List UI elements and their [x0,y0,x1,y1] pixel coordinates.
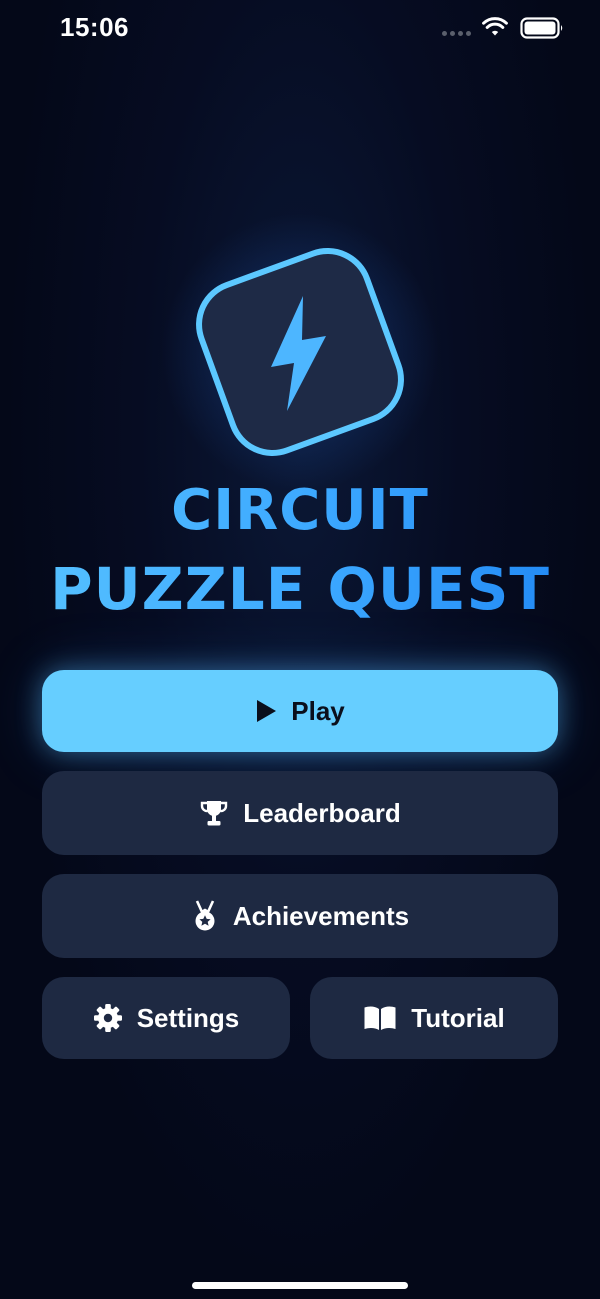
status-time: 15:06 [60,12,129,42]
game-title: CIRCUIT PUZZLE QUEST [0,476,600,624]
settings-label: Settings [136,1002,240,1033]
home-indicator[interactable] [192,1282,408,1289]
play-label: Play [291,695,345,726]
leaderboard-button[interactable]: Leaderboard [42,771,558,855]
battery-icon [520,17,563,39]
lightning-bolt-icon [196,248,404,456]
tutorial-button[interactable]: Tutorial [310,977,558,1059]
book-icon [364,1006,396,1030]
gear-icon [93,1004,122,1032]
title-line-2: PUZZLE QUEST [0,554,600,624]
main-menu-screen: 15:06 CIRCUIT PUZZLE QUEST Play Leaderbo… [0,0,600,1299]
achievements-button[interactable]: Achievements [42,874,558,958]
app-logo [160,212,440,492]
title-line-1: CIRCUIT [0,476,600,546]
cellular-dots-icon [442,31,471,36]
achievements-label: Achievements [232,900,410,931]
medal-icon [195,900,215,931]
leaderboard-label: Leaderboard [243,797,401,828]
settings-button[interactable]: Settings [42,977,290,1059]
tutorial-label: Tutorial [411,1002,505,1033]
play-button[interactable]: Play [42,670,558,752]
trophy-icon [201,801,228,826]
status-bar: 15:06 [0,0,600,60]
play-icon [257,700,277,722]
wifi-icon [482,17,508,36]
